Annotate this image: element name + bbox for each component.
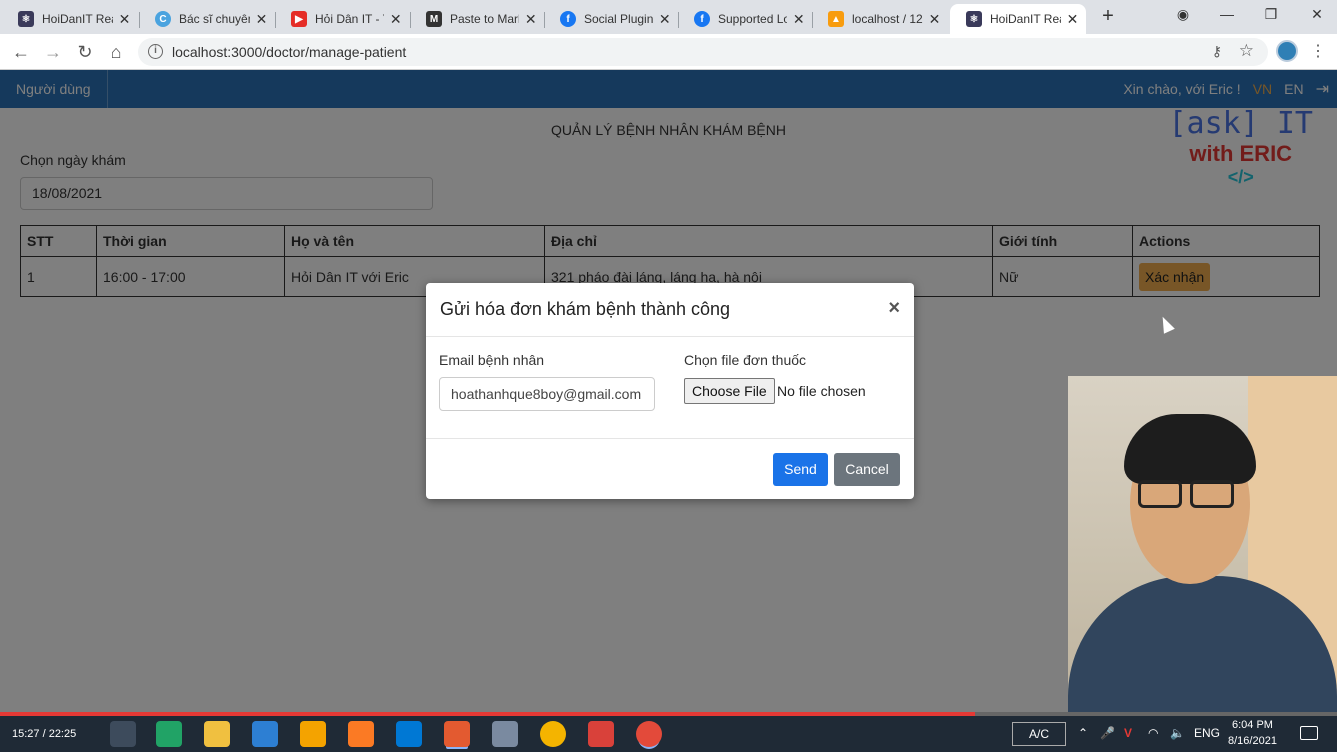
tab-title: HoiDanIT Rea [990, 12, 1062, 26]
close-window-button[interactable]: ✕ [1302, 4, 1332, 24]
video-time: 15:27 / 22:25 [12, 728, 77, 740]
reload-icon[interactable]: ↻ [74, 41, 96, 63]
phpmyadmin-icon: ▲ [828, 11, 844, 27]
react-icon: ⚛ [966, 11, 982, 27]
markdown-icon: M [426, 11, 442, 27]
tab-title: Hỏi Dân IT - Y [315, 12, 385, 26]
tab-search-icon[interactable]: ◉ [1168, 4, 1198, 24]
bookingcare-icon: C [155, 11, 171, 27]
no-file-text: No file chosen [777, 383, 866, 399]
browser-tab[interactable]: ▲ localhost / 12 ✕ [812, 4, 948, 34]
microphone-icon[interactable]: 🎤 [1100, 726, 1115, 740]
close-tab-icon[interactable]: ✕ [117, 11, 132, 28]
email-field[interactable]: hoathanhque8boy@gmail.com [439, 377, 655, 411]
close-tab-icon[interactable]: ✕ [1065, 11, 1080, 28]
choose-file-button[interactable]: Choose File [684, 378, 775, 404]
browser-tab-strip: ⚛ HoiDanIT Rea ✕ C Bác sĩ chuyên ✕ ▶ Hỏi… [0, 0, 1337, 34]
presenter-glasses-right [1190, 480, 1234, 508]
file-label: Chọn file đơn thuốc [684, 352, 807, 368]
react-icon: ⚛ [18, 11, 34, 27]
facebook-icon: f [560, 11, 576, 27]
cancel-button[interactable]: Cancel [834, 453, 900, 486]
address-bar[interactable]: i localhost:3000/doctor/manage-patient ⚷… [138, 38, 1268, 66]
tab-title: Social Plugins [584, 12, 654, 26]
tray-chevron-icon[interactable]: ⌃ [1078, 726, 1088, 740]
close-tab-icon[interactable]: ✕ [523, 11, 538, 28]
browser-tab[interactable]: M Paste to Mark ✕ [410, 4, 544, 34]
close-tab-icon[interactable]: ✕ [791, 11, 806, 28]
modal-header: Gửi hóa đơn khám bệnh thành công × [426, 283, 914, 337]
browser-tab[interactable]: f Supported Lo ✕ [678, 4, 812, 34]
browser-toolbar: ← → ↻ ⌂ i localhost:3000/doctor/manage-p… [0, 34, 1337, 70]
sourcetree-icon[interactable] [300, 721, 326, 747]
close-tab-icon[interactable]: ✕ [657, 11, 672, 28]
modal-title: Gửi hóa đơn khám bệnh thành công [440, 299, 731, 319]
tab-title: HoiDanIT Rea [42, 12, 114, 26]
vscode-icon[interactable] [396, 721, 422, 747]
browser-tab-active[interactable]: ⚛ HoiDanIT Rea ✕ [950, 4, 1086, 34]
password-key-icon[interactable]: ⚷ [1212, 43, 1222, 60]
close-tab-icon[interactable]: ✕ [927, 11, 942, 28]
send-invoice-modal: Gửi hóa đơn khám bệnh thành công × Email… [426, 283, 914, 499]
ac-indicator[interactable]: A/C [1012, 722, 1066, 746]
system-clock[interactable]: 6:04 PM 8/16/2021 [1228, 717, 1277, 749]
tab-title: Supported Lo [718, 12, 788, 26]
home-icon[interactable]: ⌂ [105, 41, 127, 63]
email-label: Email bệnh nhân [439, 352, 545, 368]
presenter-hair [1124, 414, 1256, 484]
modal-footer: Send Cancel [426, 438, 914, 499]
clock-date: 8/16/2021 [1228, 735, 1277, 747]
minimize-button[interactable]: — [1212, 4, 1242, 24]
notepad-icon[interactable] [492, 721, 518, 747]
send-button[interactable]: Send [773, 453, 828, 486]
forward-icon[interactable]: → [42, 41, 64, 63]
close-tab-icon[interactable]: ✕ [254, 11, 269, 28]
task-view-icon[interactable] [110, 721, 136, 747]
close-icon[interactable]: × [888, 297, 900, 320]
network-icon[interactable]: ◠ [1148, 726, 1158, 740]
url-text[interactable]: localhost:3000/doctor/manage-patient [172, 44, 406, 60]
browser-tab[interactable]: ▶ Hỏi Dân IT - Y ✕ [275, 4, 409, 34]
pycharm-icon[interactable] [156, 721, 182, 747]
bookmark-star-icon[interactable]: ☆ [1239, 41, 1254, 61]
back-icon[interactable]: ← [10, 41, 32, 63]
clock-time: 6:04 PM [1231, 719, 1273, 731]
presenter-glasses-left [1138, 480, 1182, 508]
browser-tab[interactable]: C Bác sĩ chuyên ✕ [139, 4, 275, 34]
facebook-icon: f [694, 11, 710, 27]
volume-icon[interactable]: 🔈 [1170, 726, 1185, 740]
notification-icon[interactable] [1300, 726, 1318, 740]
youtube-icon: ▶ [291, 11, 307, 27]
tab-title: Bác sĩ chuyên [179, 12, 251, 26]
browser-menu-icon[interactable]: ⋮ [1310, 41, 1326, 61]
chrome-icon[interactable] [540, 721, 566, 747]
site-info-icon[interactable]: i [148, 44, 163, 59]
chrome-app-icon[interactable] [444, 721, 470, 747]
new-tab-button[interactable]: + [1098, 6, 1118, 26]
browser-tab[interactable]: f Social Plugins ✕ [544, 4, 678, 34]
browser-tab[interactable]: ⚛ HoiDanIT Rea ✕ [2, 4, 138, 34]
tab-title: localhost / 12 [852, 12, 923, 26]
camtasia-icon[interactable] [588, 721, 614, 747]
skype-icon[interactable] [252, 721, 278, 747]
close-tab-icon[interactable]: ✕ [388, 11, 403, 28]
restore-button[interactable]: ❐ [1256, 4, 1286, 24]
windows-taskbar: 15:27 / 22:25 A/C ⌃ 🎤 V ◠ 🔈 ENG 6:04 PM … [0, 716, 1337, 752]
xampp-icon[interactable] [348, 721, 374, 747]
file-explorer-icon[interactable] [204, 721, 230, 747]
language-indicator[interactable]: ENG [1194, 726, 1220, 740]
chrome-profile-icon[interactable] [636, 721, 662, 747]
tab-title: Paste to Mark [450, 12, 520, 26]
webcam-overlay [1068, 376, 1337, 712]
profile-avatar[interactable] [1276, 40, 1298, 62]
antivirus-icon[interactable]: V [1124, 726, 1132, 740]
